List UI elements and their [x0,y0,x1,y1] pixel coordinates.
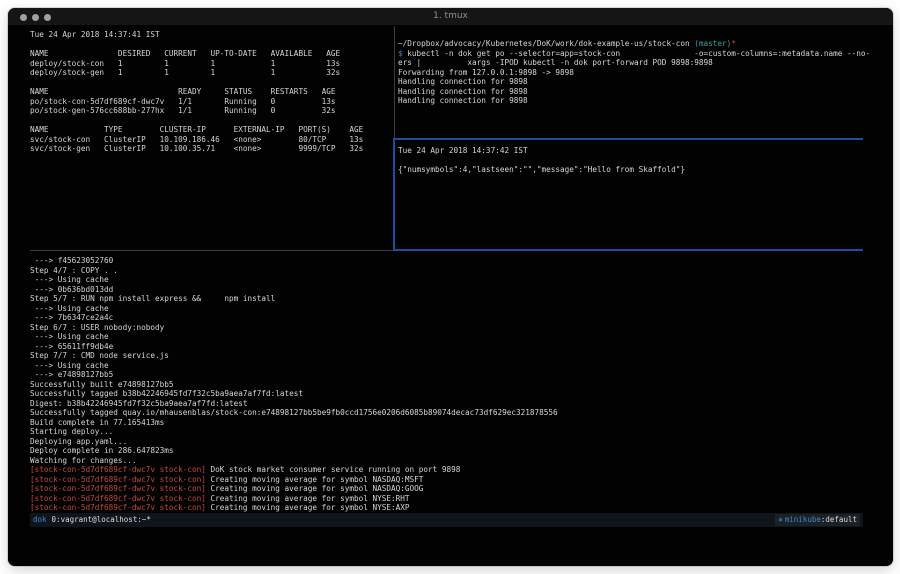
terminal-line: NAME READY STATUS RESTARTS AGE [30,87,392,97]
terminal-line: Watching for changes... [30,456,866,466]
kube-context: minikube [785,514,821,526]
terminal-line: deploy/stock-con 1 1 1 1 13s [30,59,392,69]
terminal-line: Step 4/7 : COPY . . [30,266,866,276]
pane-divider-vertical[interactable] [394,26,395,138]
pane-kubectl-watch[interactable]: Tue 24 Apr 2018 14:37:41 IST NAME DESIRE… [30,28,392,248]
terminal-line: NAME TYPE CLUSTER-IP EXTERNAL-IP PORT(S)… [30,125,392,135]
pane-skaffold-log[interactable]: ---> f45623052760Step 4/7 : COPY . . ---… [30,254,866,513]
terminal-line: Successfully tagged b38b42246945fd7f32c5… [30,389,866,399]
terminal-line: NAME DESIRED CURRENT UP-TO-DATE AVAILABL… [30,49,392,59]
terminal-line: Handling connection for 9898 [398,96,870,106]
terminal-line: ---> e74898127bb5 [30,370,866,380]
terminal-line: ---> 7b6347ce2a4c [30,313,866,323]
status-window-label[interactable]: 0:vagrant@localhost:~* [52,513,151,527]
terminal-line: ---> f45623052760 [30,256,866,266]
terminal-line: $ kubectl -n dok get po --selector=app=s… [398,49,870,59]
pane-divider-horizontal[interactable] [30,250,393,251]
terminal-line: ~/Dropbox/advocacy/Kubernetes/DoK/work/d… [398,39,870,49]
tmux-terminal: Tue 24 Apr 2018 14:37:41 IST NAME DESIRE… [8,26,893,566]
terminal-line: Build complete in 77.165413ms [30,418,866,428]
terminal-line: Step 5/7 : RUN npm install express && np… [30,294,866,304]
terminal-line: [stock-con-5d7df689cf-dwc7v stock-con] C… [30,503,866,513]
pane-divider-vertical-active[interactable] [393,138,395,250]
terminal-line: Step 6/7 : USER nobody:nobody [30,323,866,333]
terminal-line [398,156,870,166]
status-right-group: ⎈minikube:default [775,514,860,526]
terminal-line: Deploying app.yaml... [30,437,866,447]
terminal-line: ---> 0b636bd013dd [30,285,866,295]
window-title: 1. tmux [8,11,893,21]
terminal-line [30,78,392,88]
terminal-line: svc/stock-con ClusterIP 10.109.186.46 <n… [30,135,392,145]
terminal-line: [stock-con-5d7df689cf-dwc7v stock-con] C… [30,475,866,485]
terminal-line: [stock-con-5d7df689cf-dwc7v stock-con] C… [30,484,866,494]
terminal-line: Successfully built e74898127bb5 [30,380,866,390]
terminal-line: ---> Using cache [30,275,866,285]
terminal-line: [stock-con-5d7df689cf-dwc7v stock-con] C… [30,494,866,504]
terminal-line: Digest: b38b42246945fd7f32c5ba9aea7af7fd… [30,399,866,409]
terminal-line: Forwarding from 127.0.0.1:9898 -> 9898 [398,68,870,78]
terminal-line: Step 7/7 : CMD node service.js [30,351,866,361]
window-titlebar[interactable]: 1. tmux [8,8,893,26]
terminal-line: ers | xargs -IPOD kubectl -n dok port-fo… [398,58,870,68]
terminal-line: ---> Using cache [30,361,866,371]
terminal-line: po/stock-gen-576cc688bb-277hx 1/1 Runnin… [30,106,392,116]
terminal-window: 1. tmux Tue 24 Apr 2018 14:37:41 IST NAM… [8,8,893,566]
terminal-line: Starting deploy... [30,427,866,437]
kube-namespace: :default [821,514,857,526]
terminal-line [30,40,392,50]
terminal-line: Deploy complete in 286.647823ms [30,446,866,456]
terminal-line [30,116,392,126]
desktop-background: 1. tmux Tue 24 Apr 2018 14:37:41 IST NAM… [0,0,900,574]
terminal-line: Handling connection for 9898 [398,87,870,97]
kubernetes-helm-icon: ⎈ [778,514,783,526]
terminal-line: Tue 24 Apr 2018 14:37:41 IST [30,30,392,40]
pane-port-forward[interactable]: ~/Dropbox/advocacy/Kubernetes/DoK/work/d… [398,26,870,136]
terminal-line: {"numsymbols":4,"lastseen":"","message":… [398,165,870,175]
terminal-line: svc/stock-gen ClusterIP 10.100.35.71 <no… [30,144,392,154]
terminal-line: ---> Using cache [30,304,866,314]
terminal-line: ---> 65611ff9db4e [30,342,866,352]
pane-divider-horizontal-active[interactable] [393,138,863,140]
terminal-line: Successfully tagged quay.io/mhausenblas/… [30,408,866,418]
terminal-line: [stock-con-5d7df689cf-dwc7v stock-con] D… [30,465,866,475]
terminal-line: Handling connection for 9898 [398,77,870,87]
terminal-line: Tue 24 Apr 2018 14:37:42 IST [398,146,870,156]
session-name[interactable]: dok [33,513,47,527]
terminal-line: deploy/stock-gen 1 1 1 1 32s [30,68,392,78]
terminal-line: ---> Using cache [30,332,866,342]
tmux-status-bar: dok 0:vagrant@localhost:~* ⎈minikube:def… [30,513,863,527]
pane-curl-output[interactable]: Tue 24 Apr 2018 14:37:42 IST {"numsymbol… [398,144,870,248]
pane-divider-horizontal-active-bottom[interactable] [393,249,863,251]
terminal-line: po/stock-con-5d7df689cf-dwc7v 1/1 Runnin… [30,97,392,107]
